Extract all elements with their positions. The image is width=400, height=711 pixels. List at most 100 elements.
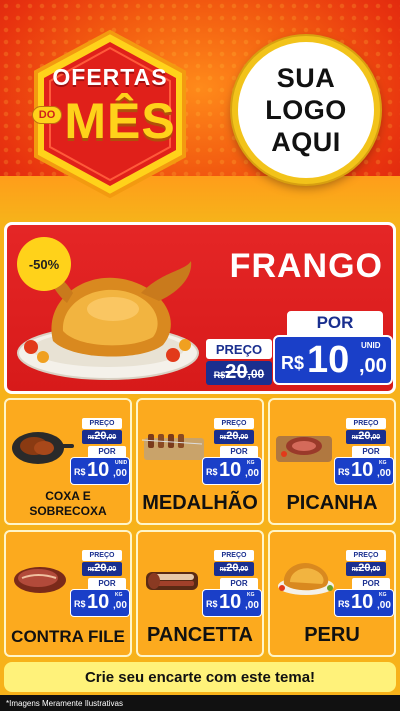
por-label: POR [352, 446, 390, 457]
preco-label: PREÇO [82, 418, 122, 429]
old-int: 20 [226, 430, 239, 442]
product-card[interactable]: PREÇO R$ 20,00 POR R$ 10 UNID ,00 COXA E SOB… [4, 398, 132, 525]
old-dec: ,00 [370, 566, 381, 573]
new-dec: ,00 [245, 468, 259, 479]
old-int: 20 [358, 430, 371, 442]
new-dec: ,00 [113, 600, 127, 611]
old-price: R$ 20,00 [346, 430, 386, 444]
product-name: CONTRA FILE [11, 627, 125, 646]
new-dec: ,00 [359, 355, 387, 377]
price-unit: KG [247, 592, 255, 598]
price-unit: UNID [361, 341, 381, 350]
old-price: R$ 20,00 [82, 562, 122, 576]
new-currency: R$ [281, 353, 305, 373]
old-int: 20 [94, 430, 107, 442]
por-label: POR [220, 578, 258, 589]
badge-text: OFERTAS DO MÊS [30, 28, 190, 200]
por-label: POR [88, 578, 126, 589]
preco-label: PREÇO [346, 550, 386, 561]
badge-line-ofertas: OFERTAS [52, 64, 168, 90]
new-int: 10 [351, 459, 374, 481]
new-dec: ,00 [377, 468, 391, 479]
preco-label: PREÇO [214, 550, 254, 561]
new-price: R$ 10 KG ,00 [202, 457, 262, 485]
logo-line-2: LOGO [265, 95, 347, 125]
old-int: 20 [94, 562, 107, 574]
product-name: PERU [304, 624, 360, 646]
skewers-icon [141, 434, 204, 460]
new-dec: ,00 [377, 600, 391, 611]
new-price: R$ 10 UNID ,00 [70, 457, 130, 485]
por-label: POR [88, 446, 126, 457]
old-dec: ,00 [238, 434, 249, 441]
product-name: PANCETTA [147, 624, 253, 646]
new-price: R$ 10 KG ,00 [334, 589, 394, 617]
chicken-thigh-pan-icon [12, 432, 74, 464]
disclaimer: *Imagens Meramente Ilustrativas [0, 695, 400, 711]
product-grid: PREÇO R$ 20,00 POR R$ 10 UNID ,00 COXA E SOB… [4, 398, 396, 657]
discount-badge: -50% [17, 237, 71, 291]
new-int: 10 [87, 591, 110, 613]
price-unit: KG [247, 460, 255, 466]
badge-line-mes: MÊS [64, 93, 176, 149]
old-dec: ,00 [247, 367, 265, 381]
hero-offer[interactable]: -50% FRANGO PREÇO R$ 20 ,00 POR R$ 10 UN… [4, 222, 396, 394]
logo-placeholder: SUA LOGO AQUI [232, 36, 380, 184]
old-price: R$ 20,00 [214, 562, 254, 576]
new-price: R$ 10 KG ,00 [334, 457, 394, 485]
new-int: 10 [219, 591, 242, 613]
new-price: R$ 10 KG ,00 [202, 589, 262, 617]
header: OFERTAS DO MÊS SUA LOGO AQUI [0, 0, 400, 220]
price-unit: UNID [115, 460, 128, 466]
old-price: R$ 20,00 [82, 430, 122, 444]
raw-steak-icon [14, 567, 66, 593]
old-price: R$ 20,00 [346, 562, 386, 576]
new-dec: ,00 [113, 468, 127, 479]
roast-turkey-icon [278, 562, 334, 595]
product-card[interactable]: PREÇO R$ 20,00 POR R$ 10 KG ,00 PERU [268, 530, 396, 657]
old-int: 20 [358, 562, 371, 574]
product-card[interactable]: PREÇO R$ 20,00 POR R$ 10 KG ,00 PANCETTA [136, 530, 264, 657]
old-int: 20 [226, 562, 239, 574]
old-dec: ,00 [106, 566, 117, 573]
steak-board-icon [276, 436, 332, 462]
preco-label: PREÇO [82, 550, 122, 561]
hero-product-name: FRANGO [229, 247, 383, 285]
new-int: 10 [219, 459, 242, 481]
product-card[interactable]: PREÇO R$ 20,00 POR R$ 10 KG ,00 CONTRA FILE [4, 530, 132, 657]
price-unit: KG [115, 592, 123, 598]
new-int: 10 [351, 591, 374, 613]
old-price: R$ 20,00 [214, 430, 254, 444]
product-name-text: COXA E SOBRECOXA [29, 489, 107, 518]
hero-old-price: R$ 20 ,00 [206, 361, 272, 385]
hero-preco-label: PREÇO [206, 339, 272, 359]
new-currency: R$ [206, 467, 218, 477]
product-card[interactable]: PREÇO R$ 20,00 POR R$ 10 KG ,00 MEDALHÃO [136, 398, 264, 525]
old-dec: ,00 [370, 434, 381, 441]
new-currency: R$ [206, 599, 218, 609]
product-name: PICANHA [286, 492, 378, 514]
old-currency: R$ [213, 370, 226, 380]
pancetta-icon [146, 572, 198, 590]
ofertas-do-mes-badge: OFERTAS DO MÊS [30, 28, 190, 200]
new-price: R$ 10 KG ,00 [70, 589, 130, 617]
hero-por-label: POR [287, 311, 383, 335]
new-currency: R$ [74, 467, 86, 477]
preco-label: PREÇO [214, 418, 254, 429]
logo-line-1: SUA [276, 63, 336, 93]
por-label: POR [220, 446, 258, 457]
logo-line-3: AQUI [271, 127, 341, 157]
new-currency: R$ [74, 599, 86, 609]
hero-new-price: R$ 10 UNID ,00 [273, 335, 393, 385]
old-dec: ,00 [238, 566, 249, 573]
cta-banner[interactable]: Crie seu encarte com este tema! [4, 662, 396, 692]
old-dec: ,00 [106, 434, 117, 441]
new-currency: R$ [338, 599, 350, 609]
price-unit: KG [379, 460, 387, 466]
new-int: 10 [87, 459, 110, 481]
product-card[interactable]: PREÇO R$ 20,00 POR R$ 10 KG ,00 PICANHA [268, 398, 396, 525]
product-name: COXA E SOBRECOXA [16, 489, 120, 519]
por-label: POR [352, 578, 390, 589]
new-int: 10 [307, 339, 350, 381]
product-name: MEDALHÃO [142, 492, 258, 514]
